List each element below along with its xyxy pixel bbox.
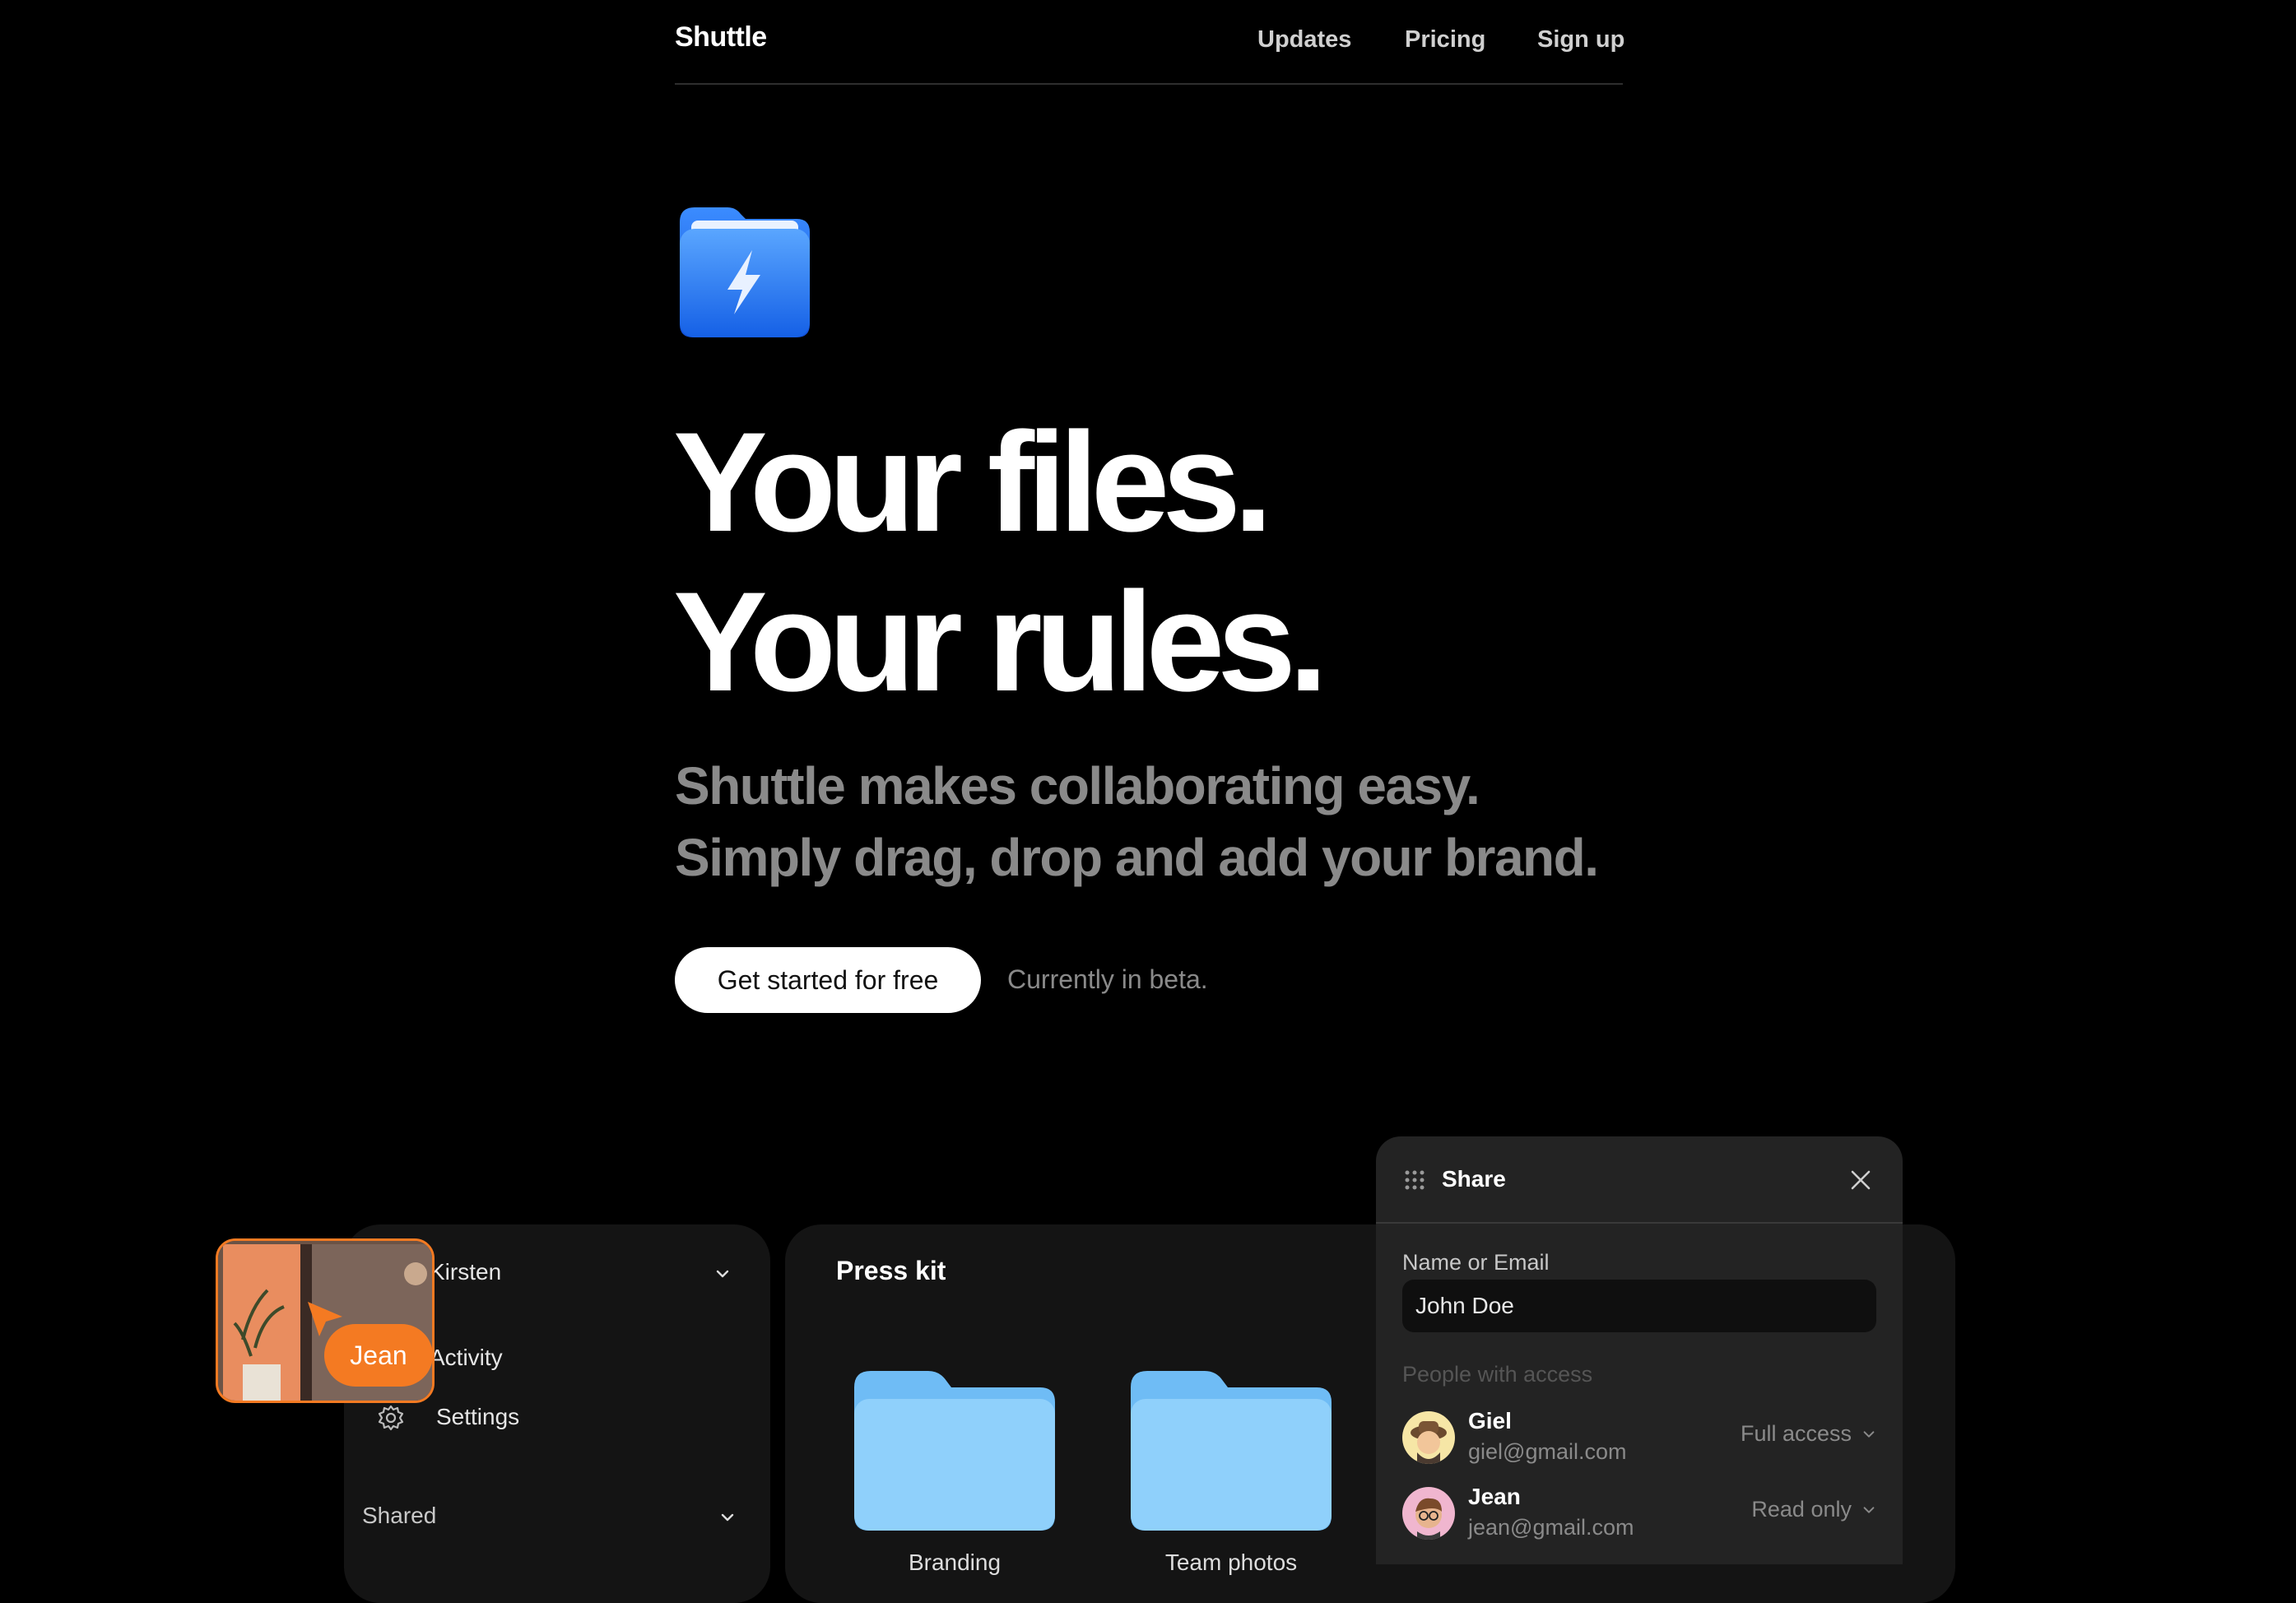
brand-logo-text[interactable]: Shuttle (675, 21, 767, 53)
headline-line-1: Your files. (673, 403, 1273, 561)
account-name[interactable]: Kirsten (430, 1259, 501, 1285)
folder-item-team-photos[interactable]: Team photos (1131, 1371, 1332, 1576)
sidebar-item-label: Settings (436, 1404, 520, 1429)
drag-handle-icon[interactable] (1404, 1169, 1425, 1191)
person-email: jean@gmail.com (1468, 1515, 1634, 1540)
nav-link-pricing[interactable]: Pricing (1405, 26, 1485, 53)
subheadline-line-2: Simply drag, drop and add your brand. (675, 828, 1599, 887)
shared-section-label[interactable]: Shared (362, 1503, 436, 1529)
name-email-input[interactable] (1402, 1280, 1876, 1332)
name-email-label: Name or Email (1402, 1250, 1550, 1275)
close-icon[interactable] (1850, 1169, 1871, 1191)
access-dropdown[interactable]: Read only (1751, 1497, 1876, 1522)
avatar (1402, 1411, 1455, 1464)
share-dialog-divider (1376, 1222, 1903, 1224)
sidebar-item-settings[interactable]: Settings (377, 1401, 706, 1433)
folder-item-branding[interactable]: Branding (854, 1371, 1055, 1576)
access-level: Read only (1751, 1497, 1852, 1522)
shuttle-folder-logo-icon (676, 204, 812, 340)
nav-link-sign-up[interactable]: Sign up (1537, 26, 1624, 53)
chevron-down-icon[interactable] (719, 1509, 736, 1526)
chevron-down-icon[interactable] (714, 1266, 731, 1282)
access-level: Full access (1740, 1421, 1852, 1446)
sidebar-item-label: Activity (430, 1345, 503, 1370)
person-name: Jean (1468, 1484, 1521, 1509)
folder-icon (1131, 1371, 1332, 1531)
share-dialog-title: Share (1442, 1166, 1506, 1192)
get-started-button[interactable]: Get started for free (675, 947, 981, 1013)
chevron-down-icon (1863, 1430, 1875, 1438)
person-row-giel: Giel giel@gmail.com Full access (1402, 1408, 1876, 1471)
headline-line-2: Your rules. (673, 563, 1328, 721)
share-dialog: Share Name or Email People with access G… (1376, 1136, 1903, 1564)
person-email: giel@gmail.com (1468, 1439, 1627, 1464)
person-name: Giel (1468, 1408, 1512, 1433)
nav-divider (675, 83, 1623, 85)
collaborator-cursor-badge: Jean (324, 1324, 433, 1387)
chevron-down-icon (1863, 1506, 1875, 1513)
folder-icon (854, 1371, 1055, 1531)
person-row-jean: Jean jean@gmail.com Read only (1402, 1484, 1876, 1546)
folder-label: Branding (908, 1550, 1002, 1575)
nav-link-updates[interactable]: Updates (1257, 26, 1351, 53)
folder-title: Press kit (836, 1256, 946, 1285)
gear-icon (378, 1405, 404, 1431)
avatar (1402, 1487, 1455, 1540)
folder-label: Team photos (1164, 1550, 1298, 1575)
access-dropdown[interactable]: Full access (1741, 1421, 1876, 1447)
beta-note: Currently in beta. (1007, 964, 1208, 994)
people-with-access-heading: People with access (1402, 1362, 1593, 1387)
subheadline-line-1: Shuttle makes collaborating easy. (675, 756, 1480, 815)
